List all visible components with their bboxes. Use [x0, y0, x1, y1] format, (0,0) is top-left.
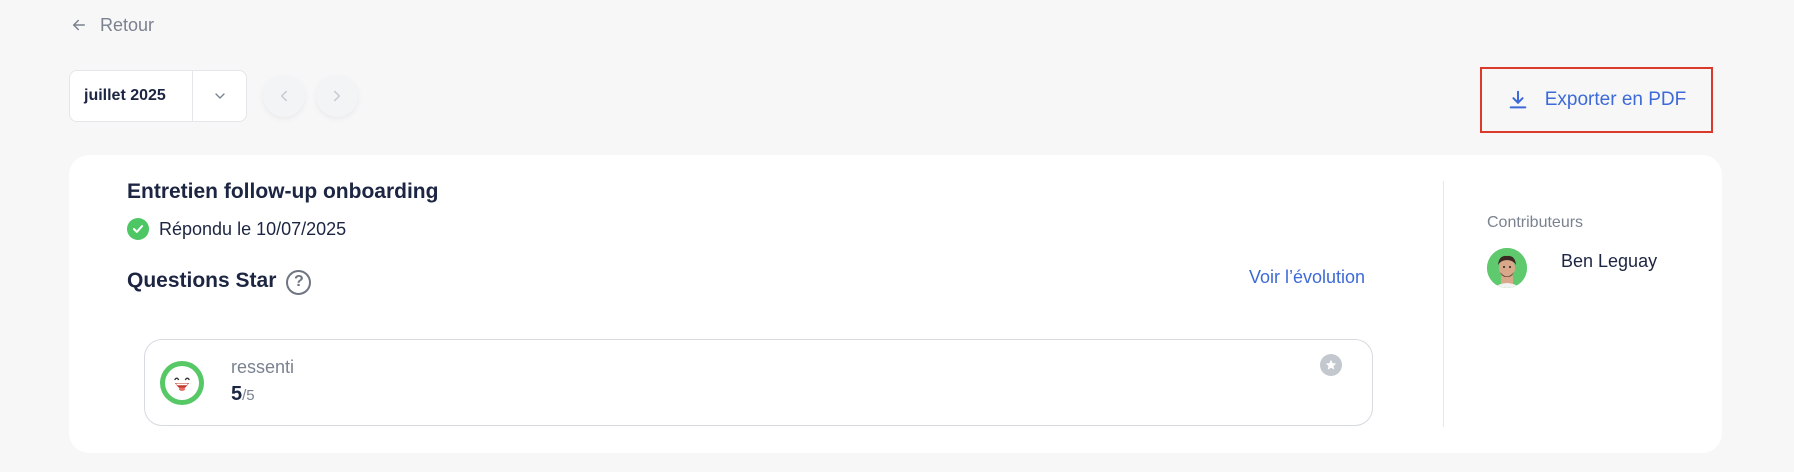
- score-value: 5: [231, 383, 243, 405]
- download-icon: [1509, 90, 1527, 109]
- answered-status-text: Répondu le 10/07/2025: [159, 218, 347, 239]
- check-circle-icon: [127, 218, 149, 240]
- section-title: Questions Star ?: [127, 266, 312, 296]
- month-dropdown-toggle[interactable]: [192, 71, 246, 121]
- export-pdf-button[interactable]: Exporter en PDF: [1480, 67, 1713, 133]
- export-pdf-label: Exporter en PDF: [1544, 89, 1687, 110]
- page: Retour juillet 2025 Exporter en PDF Entr…: [0, 0, 1794, 472]
- help-icon[interactable]: ?: [286, 269, 312, 295]
- question-score: 5/5: [231, 383, 255, 406]
- contributor-item[interactable]: Ben Leguay: [1487, 248, 1657, 288]
- chevron-left-icon: [281, 90, 287, 102]
- month-select[interactable]: juillet 2025: [69, 70, 247, 122]
- back-label: Retour: [100, 14, 155, 35]
- avatar: [1487, 248, 1527, 288]
- chevron-down-icon: [214, 93, 225, 99]
- score-max: /5: [242, 387, 255, 404]
- section-title-text: Questions Star: [127, 269, 277, 292]
- contributors-label: Contributeurs: [1487, 214, 1584, 231]
- month-select-value: juillet 2025: [84, 87, 166, 104]
- star-icon[interactable]: [1320, 354, 1342, 376]
- laughing-face-icon: [160, 361, 204, 405]
- question-label: ressenti: [231, 357, 295, 377]
- view-evolution-link[interactable]: Voir l’évolution: [1249, 267, 1365, 288]
- next-month-button[interactable]: [316, 75, 358, 117]
- chevron-right-icon: [334, 90, 340, 102]
- arrow-left-icon: [73, 19, 85, 31]
- answered-status: Répondu le 10/07/2025: [127, 217, 346, 241]
- question-row: ressenti 5/5: [144, 339, 1373, 426]
- interview-card: Entretien follow-up onboarding Répondu l…: [69, 155, 1722, 453]
- vertical-divider: [1443, 181, 1444, 427]
- back-link[interactable]: Retour: [70, 12, 154, 38]
- contributor-name: Ben Leguay: [1561, 250, 1658, 271]
- interview-title: Entretien follow-up onboarding: [127, 180, 439, 203]
- previous-month-button[interactable]: [263, 75, 305, 117]
